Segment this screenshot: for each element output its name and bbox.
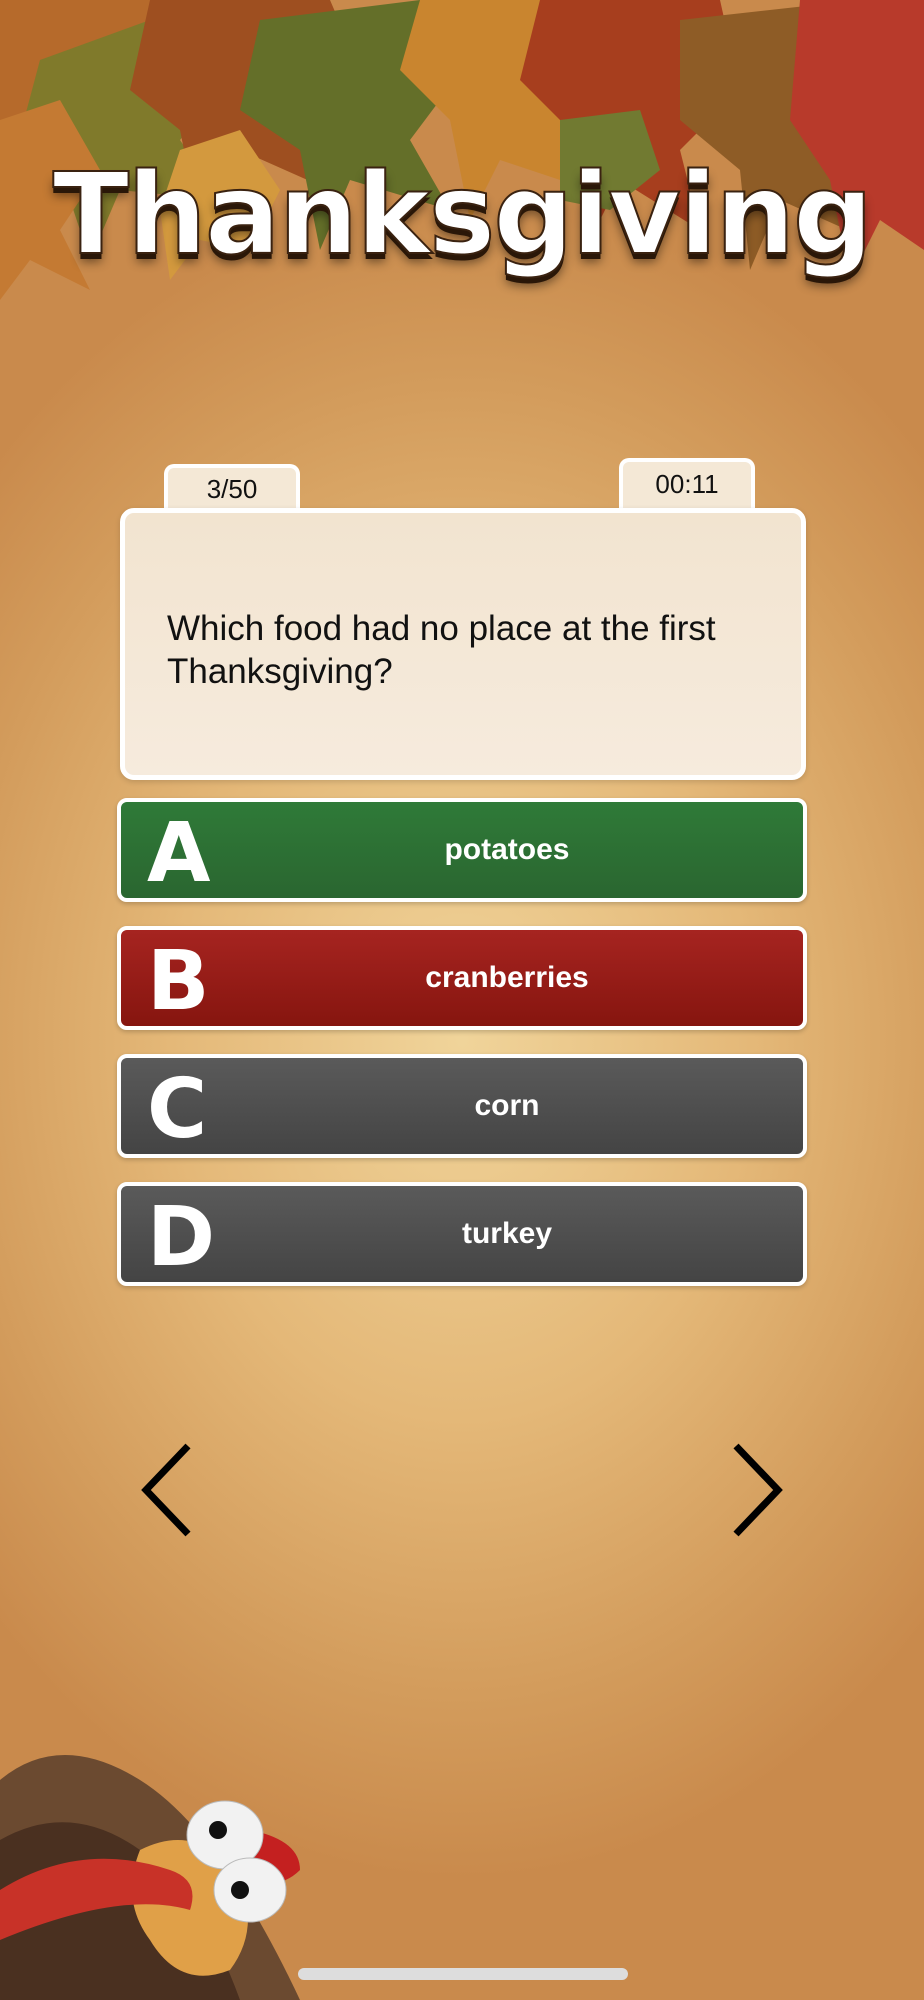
app-title: Thanksgiving [52,149,874,281]
answer-text-c: corn [474,1089,540,1122]
answer-text-b: cranberries [425,961,589,994]
chevron-right-icon[interactable] [726,1440,786,1540]
answer-text-a: potatoes [444,833,570,866]
home-indicator[interactable] [298,1968,628,1980]
answer-button-d[interactable]: D turkey [117,1182,807,1286]
answer-button-b[interactable]: B cranberries [117,926,807,1030]
timer: 00:11 [619,458,755,508]
turkey-cartoon-decoration [0,1755,300,2000]
answer-button-a[interactable]: A potatoes [117,798,807,902]
answer-button-c[interactable]: C corn [117,1054,807,1158]
chevron-left-icon[interactable] [138,1440,198,1540]
answer-text-d: turkey [461,1217,553,1250]
question-counter: 3/50 [164,464,300,508]
question-card: Which food had no place at the first Tha… [120,508,806,780]
question-text: Which food had no place at the first Tha… [167,609,716,691]
